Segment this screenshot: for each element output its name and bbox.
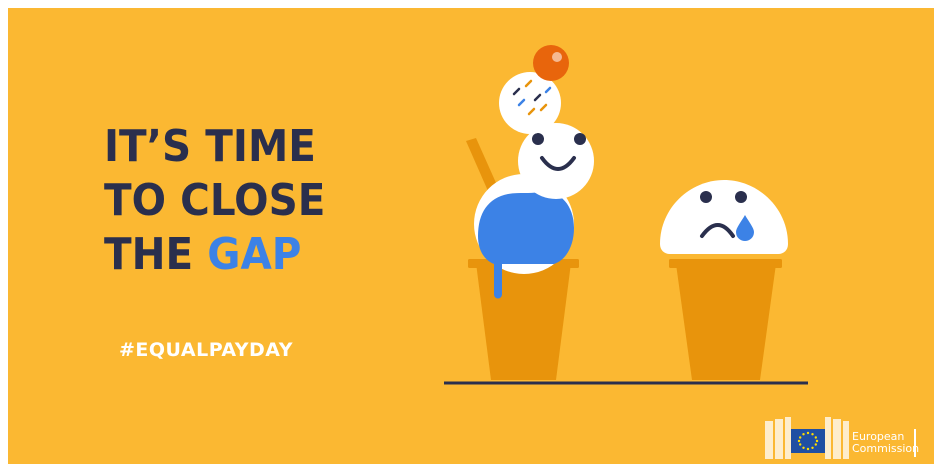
ec-wordmark-line-2: Commission — [852, 442, 920, 455]
sad-eye-left — [700, 191, 712, 203]
happy-ice-cream-cone-icon — [466, 45, 594, 380]
sad-eye-right — [735, 191, 747, 203]
sad-ice-cream-cone-icon — [660, 180, 788, 380]
ice-cream-illustration — [444, 45, 808, 385]
right-cone-rim — [669, 259, 782, 268]
sad-scoop — [660, 180, 788, 254]
cherry — [533, 45, 569, 81]
cherry-shine — [552, 52, 562, 62]
european-commission-wordmark: European Commission — [852, 431, 919, 455]
page-frame: IT’S TIME TO CLOSE THE GAP #EQUALPAYDAY — [0, 0, 941, 471]
ec-logo-divider — [914, 429, 916, 457]
equal-pay-day-banner: IT’S TIME TO CLOSE THE GAP #EQUALPAYDAY — [8, 8, 934, 464]
happy-eye-left — [532, 133, 544, 145]
right-cone — [676, 264, 776, 380]
left-cone — [476, 263, 571, 380]
eu-flag-icon — [791, 429, 825, 453]
happy-eye-right — [574, 133, 586, 145]
